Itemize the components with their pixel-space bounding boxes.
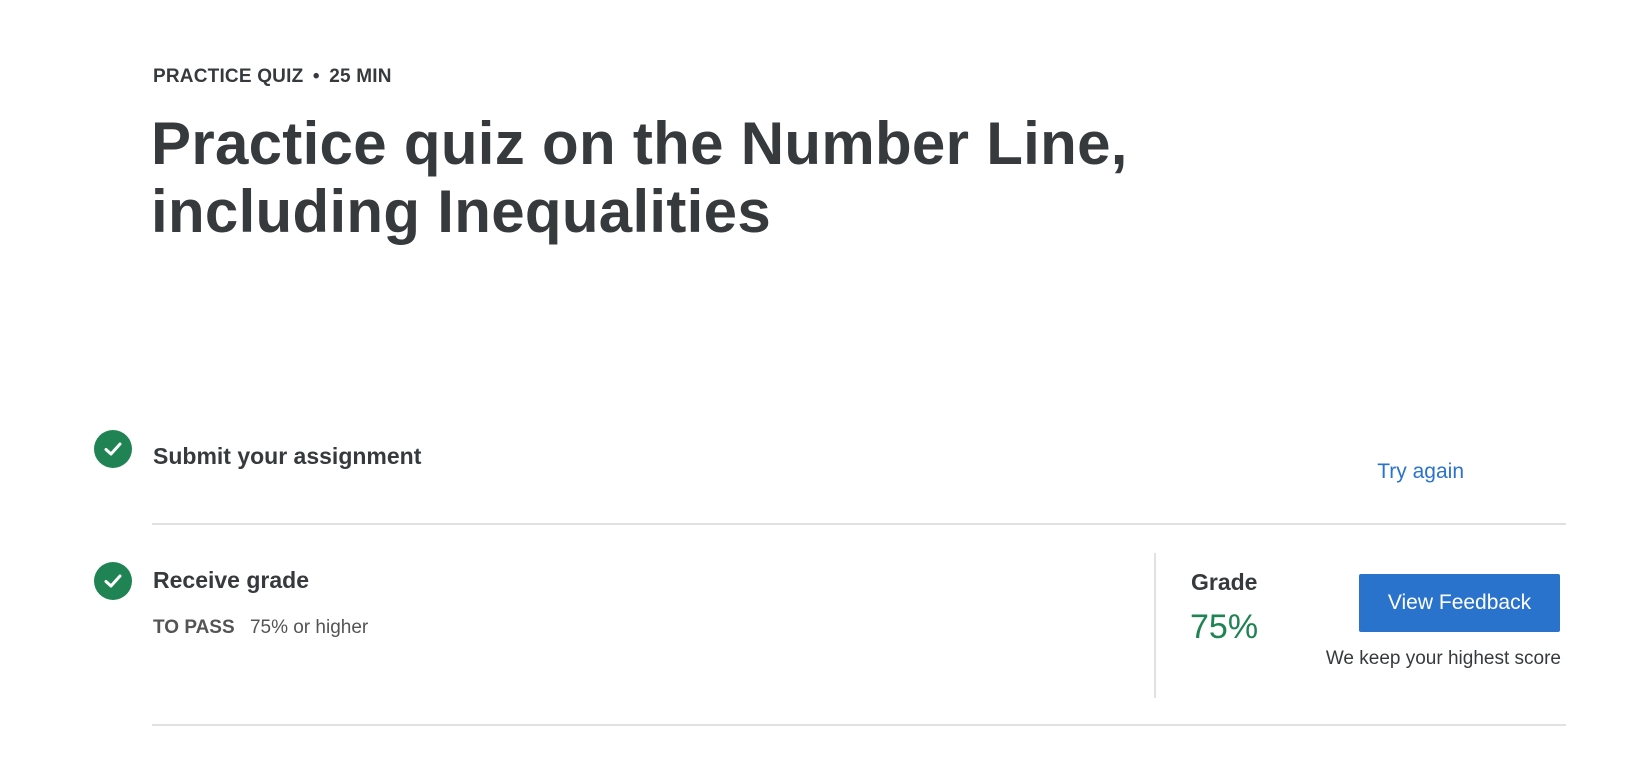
grade-value: 75% xyxy=(1190,608,1259,646)
eyebrow-separator: • xyxy=(312,66,320,87)
check-circle-icon xyxy=(94,430,132,468)
check-circle-icon xyxy=(94,562,132,600)
section-divider xyxy=(152,523,1566,525)
page-title: Practice quiz on the Number Line, includ… xyxy=(151,110,1128,245)
pass-value: 75% or higher xyxy=(249,617,369,638)
quiz-eyebrow: PRACTICE QUIZ • 25 MIN xyxy=(153,66,392,88)
section-divider xyxy=(152,724,1566,726)
receive-grade-title: Receive grade xyxy=(153,567,309,593)
pass-requirement: TO PASS 75% or higher xyxy=(153,617,368,639)
duration-label: 25 MIN xyxy=(329,66,392,87)
pass-label: TO PASS xyxy=(153,617,235,638)
vertical-divider xyxy=(1154,553,1156,698)
highest-score-note: We keep your highest score xyxy=(1325,648,1561,669)
grade-label: Grade xyxy=(1191,569,1258,595)
item-type-label: PRACTICE QUIZ xyxy=(153,66,304,87)
view-feedback-button[interactable]: View Feedback xyxy=(1359,574,1560,632)
submit-step-title: Submit your assignment xyxy=(153,443,422,469)
try-again-link[interactable]: Try again xyxy=(1377,460,1464,484)
